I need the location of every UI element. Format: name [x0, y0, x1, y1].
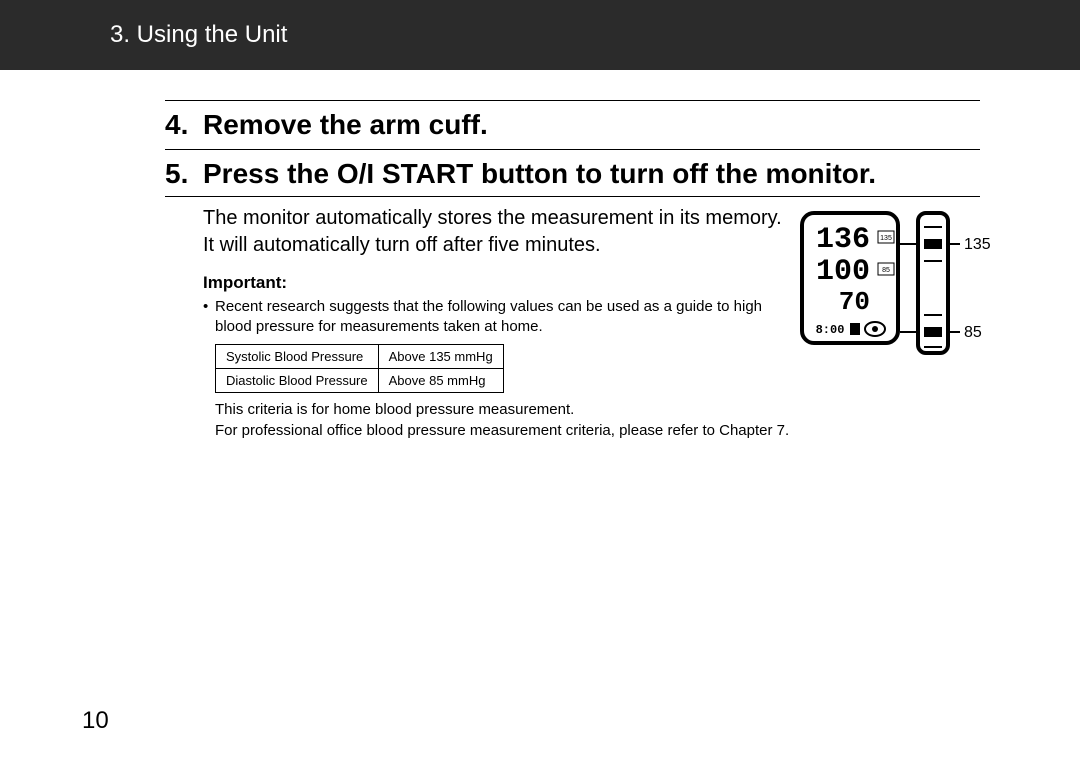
table-cell: Systolic Blood Pressure: [216, 344, 379, 368]
scale-label-85: 85: [964, 324, 982, 341]
body-text-column: The monitor automatically stores the mea…: [165, 205, 790, 441]
lcd-tag-135: 135: [880, 235, 892, 242]
lcd-pulse: 70: [839, 287, 870, 317]
lcd-tag-85: 85: [882, 267, 890, 274]
monitor-icon: 136 100 70 8:00 135 85: [800, 209, 990, 369]
table-row: Systolic Blood Pressure Above 135 mmHg: [216, 344, 504, 368]
body-line: It will automatically turn off after fiv…: [203, 232, 790, 259]
step-number: 5.: [165, 158, 203, 190]
bp-guide-table: Systolic Blood Pressure Above 135 mmHg D…: [215, 344, 504, 393]
table-cell: Diastolic Blood Pressure: [216, 368, 379, 392]
post-table-note: This criteria is for home blood pressure…: [215, 399, 790, 420]
step-number: 4.: [165, 109, 203, 141]
table-row: Diastolic Blood Pressure Above 85 mmHg: [216, 368, 504, 392]
bullet-dot: •: [203, 297, 215, 338]
lcd-diastolic: 100: [816, 255, 870, 289]
section-title: 3. Using the Unit: [110, 21, 287, 49]
table-cell: Above 85 mmHg: [378, 368, 503, 392]
page-content: 4. Remove the arm cuff. 5. Press the O/I…: [0, 70, 1080, 441]
post-table-note: For professional office blood pressure m…: [215, 420, 790, 441]
table-cell: Above 135 mmHg: [378, 344, 503, 368]
scale-label-135: 135: [964, 236, 990, 253]
step-body: The monitor automatically stores the mea…: [165, 205, 980, 441]
important-label: Important:: [203, 273, 790, 293]
lcd-systolic: 136: [816, 223, 870, 257]
bullet-text: Recent research suggests that the follow…: [215, 297, 790, 338]
page-header-bar: 3. Using the Unit: [0, 0, 1080, 70]
manual-page: 3. Using the Unit 4. Remove the arm cuff…: [0, 0, 1080, 763]
step-4: 4. Remove the arm cuff.: [165, 100, 980, 147]
step-5: 5. Press the O/I START button to turn of…: [165, 149, 980, 197]
bullet-item: • Recent research suggests that the foll…: [203, 297, 790, 338]
step-text: Press the O/I START button to turn off t…: [203, 158, 876, 190]
page-number: 10: [82, 707, 109, 735]
body-line: The monitor automatically stores the mea…: [203, 205, 790, 232]
monitor-illustration: 136 100 70 8:00 135 85: [790, 205, 980, 441]
step-text: Remove the arm cuff.: [203, 109, 488, 141]
lcd-time: 8:00: [816, 323, 845, 337]
